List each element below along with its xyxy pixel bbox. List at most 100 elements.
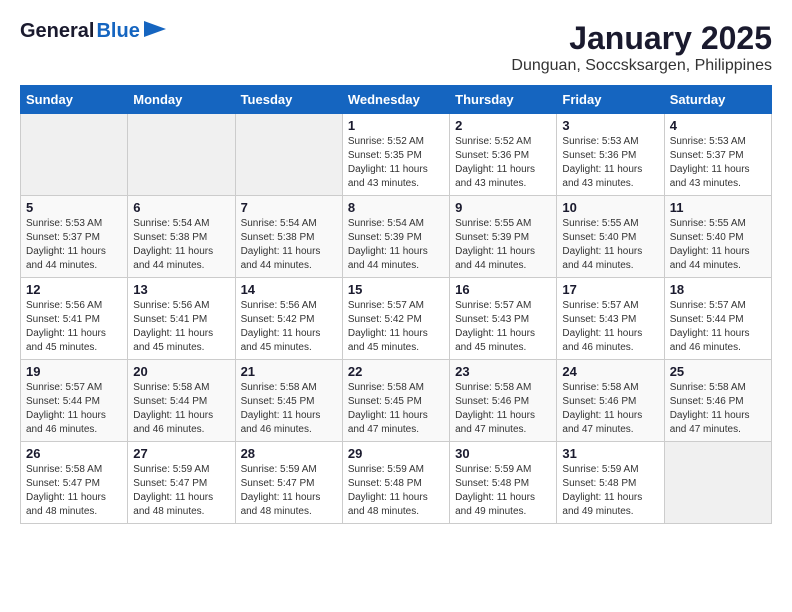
table-row: 25Sunrise: 5:58 AM Sunset: 5:46 PM Dayli… [664, 360, 771, 442]
day-number: 6 [133, 200, 229, 215]
table-row: 11 Sunrise: 5:55 AM Sunset: 5:40 PM Dayli… [664, 196, 771, 278]
day-number: 7 [241, 200, 337, 215]
day-info: Sunrise: 5:52 AM Sunset: 5:35 PM Dayligh… [348, 135, 444, 191]
header-tuesday: Tuesday [235, 86, 342, 114]
day-number: 27 [133, 446, 229, 461]
table-row: 28 Sunrise: 5:59 AM Sunset: 5:47 PM Dayli… [235, 442, 342, 524]
calendar-week-row: 5 Sunrise: 5:53 AM Sunset: 5:37 PM Daylig… [21, 196, 772, 278]
table-row [235, 114, 342, 196]
header-thursday: Thursday [450, 86, 557, 114]
day-info: Sunrise: 5:58 AM Sunset: 5:45 PM Dayligh… [241, 381, 337, 437]
table-row: 21Sunrise: 5:58 AM Sunset: 5:45 PM Dayli… [235, 360, 342, 442]
day-info: Sunrise: 5:58 AM Sunset: 5:46 PM Dayligh… [455, 381, 551, 437]
day-number: 28 [241, 446, 337, 461]
table-row: 6Sunrise: 5:54 AM Sunset: 5:38 PM Daylig… [128, 196, 235, 278]
header-wednesday: Wednesday [342, 86, 449, 114]
day-info: Sunrise: 5:56 AM Sunset: 5:42 PM Dayligh… [241, 299, 337, 355]
table-row: 26 Sunrise: 5:58 AM Sunset: 5:47 PM Dayli… [21, 442, 128, 524]
table-row: 27 Sunrise: 5:59 AM Sunset: 5:47 PM Dayli… [128, 442, 235, 524]
logo-blue-text: Blue [96, 20, 139, 43]
table-row: 22Sunrise: 5:58 AM Sunset: 5:45 PM Dayli… [342, 360, 449, 442]
table-row: 1 Sunrise: 5:52 AM Sunset: 5:35 PM Daylig… [342, 114, 449, 196]
day-number: 3 [562, 118, 658, 133]
logo-general-text: General [20, 20, 94, 43]
day-number: 22 [348, 364, 444, 379]
day-number: 14 [241, 282, 337, 297]
table-row [128, 114, 235, 196]
table-row: 4Sunrise: 5:53 AM Sunset: 5:37 PM Daylig… [664, 114, 771, 196]
day-number: 17 [562, 282, 658, 297]
day-number: 19 [26, 364, 122, 379]
main-title: January 2025 [511, 20, 772, 57]
table-row: 30Sunrise: 5:59 AM Sunset: 5:48 PM Dayli… [450, 442, 557, 524]
logo-flag-icon [144, 21, 166, 42]
day-info: Sunrise: 5:57 AM Sunset: 5:44 PM Dayligh… [26, 381, 122, 437]
table-row: 14 Sunrise: 5:56 AM Sunset: 5:42 PM Dayli… [235, 278, 342, 360]
calendar-week-row: 19 Sunrise: 5:57 AM Sunset: 5:44 PM Dayli… [21, 360, 772, 442]
day-info: Sunrise: 5:56 AM Sunset: 5:41 PM Dayligh… [26, 299, 122, 355]
day-info: Sunrise: 5:56 AM Sunset: 5:41 PM Dayligh… [133, 299, 229, 355]
day-info: Sunrise: 5:58 AM Sunset: 5:44 PM Dayligh… [133, 381, 229, 437]
calendar-header: Sunday Monday Tuesday Wednesday Thursday… [21, 86, 772, 114]
day-number: 24 [562, 364, 658, 379]
day-number: 30 [455, 446, 551, 461]
day-number: 31 [562, 446, 658, 461]
table-row: 19 Sunrise: 5:57 AM Sunset: 5:44 PM Dayli… [21, 360, 128, 442]
day-info: Sunrise: 5:57 AM Sunset: 5:42 PM Dayligh… [348, 299, 444, 355]
day-info: Sunrise: 5:54 AM Sunset: 5:39 PM Dayligh… [348, 217, 444, 273]
day-number: 16 [455, 282, 551, 297]
day-number: 29 [348, 446, 444, 461]
table-row: 31 Sunrise: 5:59 AM Sunset: 5:48 PM Dayli… [557, 442, 664, 524]
day-info: Sunrise: 5:54 AM Sunset: 5:38 PM Dayligh… [241, 217, 337, 273]
calendar-week-row: 26 Sunrise: 5:58 AM Sunset: 5:47 PM Dayli… [21, 442, 772, 524]
day-number: 9 [455, 200, 551, 215]
day-info: Sunrise: 5:59 AM Sunset: 5:47 PM Dayligh… [133, 463, 229, 519]
table-row: 18 Sunrise: 5:57 AM Sunset: 5:44 PM Dayli… [664, 278, 771, 360]
table-row: 29 Sunrise: 5:59 AM Sunset: 5:48 PM Dayli… [342, 442, 449, 524]
day-number: 5 [26, 200, 122, 215]
table-row: 20 Sunrise: 5:58 AM Sunset: 5:44 PM Dayli… [128, 360, 235, 442]
day-info: Sunrise: 5:53 AM Sunset: 5:37 PM Dayligh… [670, 135, 766, 191]
day-number: 18 [670, 282, 766, 297]
weekday-header-row: Sunday Monday Tuesday Wednesday Thursday… [21, 86, 772, 114]
day-number: 25 [670, 364, 766, 379]
table-row: 24 Sunrise: 5:58 AM Sunset: 5:46 PM Dayli… [557, 360, 664, 442]
calendar-week-row: 12Sunrise: 5:56 AM Sunset: 5:41 PM Dayli… [21, 278, 772, 360]
day-number: 20 [133, 364, 229, 379]
day-number: 23 [455, 364, 551, 379]
calendar-body: 1 Sunrise: 5:52 AM Sunset: 5:35 PM Daylig… [21, 114, 772, 524]
table-row: 13 Sunrise: 5:56 AM Sunset: 5:41 PM Dayli… [128, 278, 235, 360]
table-row: 3 Sunrise: 5:53 AM Sunset: 5:36 PM Daylig… [557, 114, 664, 196]
day-info: Sunrise: 5:55 AM Sunset: 5:40 PM Dayligh… [670, 217, 766, 273]
calendar-week-row: 1 Sunrise: 5:52 AM Sunset: 5:35 PM Daylig… [21, 114, 772, 196]
day-info: Sunrise: 5:52 AM Sunset: 5:36 PM Dayligh… [455, 135, 551, 191]
table-row: 12Sunrise: 5:56 AM Sunset: 5:41 PM Dayli… [21, 278, 128, 360]
table-row: 8 Sunrise: 5:54 AM Sunset: 5:39 PM Daylig… [342, 196, 449, 278]
logo: General Blue [20, 20, 166, 43]
day-number: 13 [133, 282, 229, 297]
page-header: General Blue January 2025 Dunguan, Soccs… [20, 20, 772, 75]
header-monday: Monday [128, 86, 235, 114]
day-number: 8 [348, 200, 444, 215]
header-sunday: Sunday [21, 86, 128, 114]
header-saturday: Saturday [664, 86, 771, 114]
day-info: Sunrise: 5:59 AM Sunset: 5:48 PM Dayligh… [562, 463, 658, 519]
day-number: 11 [670, 200, 766, 215]
day-info: Sunrise: 5:58 AM Sunset: 5:46 PM Dayligh… [562, 381, 658, 437]
day-info: Sunrise: 5:53 AM Sunset: 5:37 PM Dayligh… [26, 217, 122, 273]
day-info: Sunrise: 5:57 AM Sunset: 5:44 PM Dayligh… [670, 299, 766, 355]
table-row: 2Sunrise: 5:52 AM Sunset: 5:36 PM Daylig… [450, 114, 557, 196]
day-number: 10 [562, 200, 658, 215]
day-info: Sunrise: 5:59 AM Sunset: 5:48 PM Dayligh… [348, 463, 444, 519]
day-info: Sunrise: 5:58 AM Sunset: 5:47 PM Dayligh… [26, 463, 122, 519]
day-info: Sunrise: 5:53 AM Sunset: 5:36 PM Dayligh… [562, 135, 658, 191]
table-row: 7 Sunrise: 5:54 AM Sunset: 5:38 PM Daylig… [235, 196, 342, 278]
day-info: Sunrise: 5:55 AM Sunset: 5:39 PM Dayligh… [455, 217, 551, 273]
day-info: Sunrise: 5:59 AM Sunset: 5:47 PM Dayligh… [241, 463, 337, 519]
table-row: 5 Sunrise: 5:53 AM Sunset: 5:37 PM Daylig… [21, 196, 128, 278]
table-row: 15Sunrise: 5:57 AM Sunset: 5:42 PM Dayli… [342, 278, 449, 360]
table-row: 10Sunrise: 5:55 AM Sunset: 5:40 PM Dayli… [557, 196, 664, 278]
day-number: 26 [26, 446, 122, 461]
day-number: 1 [348, 118, 444, 133]
table-row: 17Sunrise: 5:57 AM Sunset: 5:43 PM Dayli… [557, 278, 664, 360]
